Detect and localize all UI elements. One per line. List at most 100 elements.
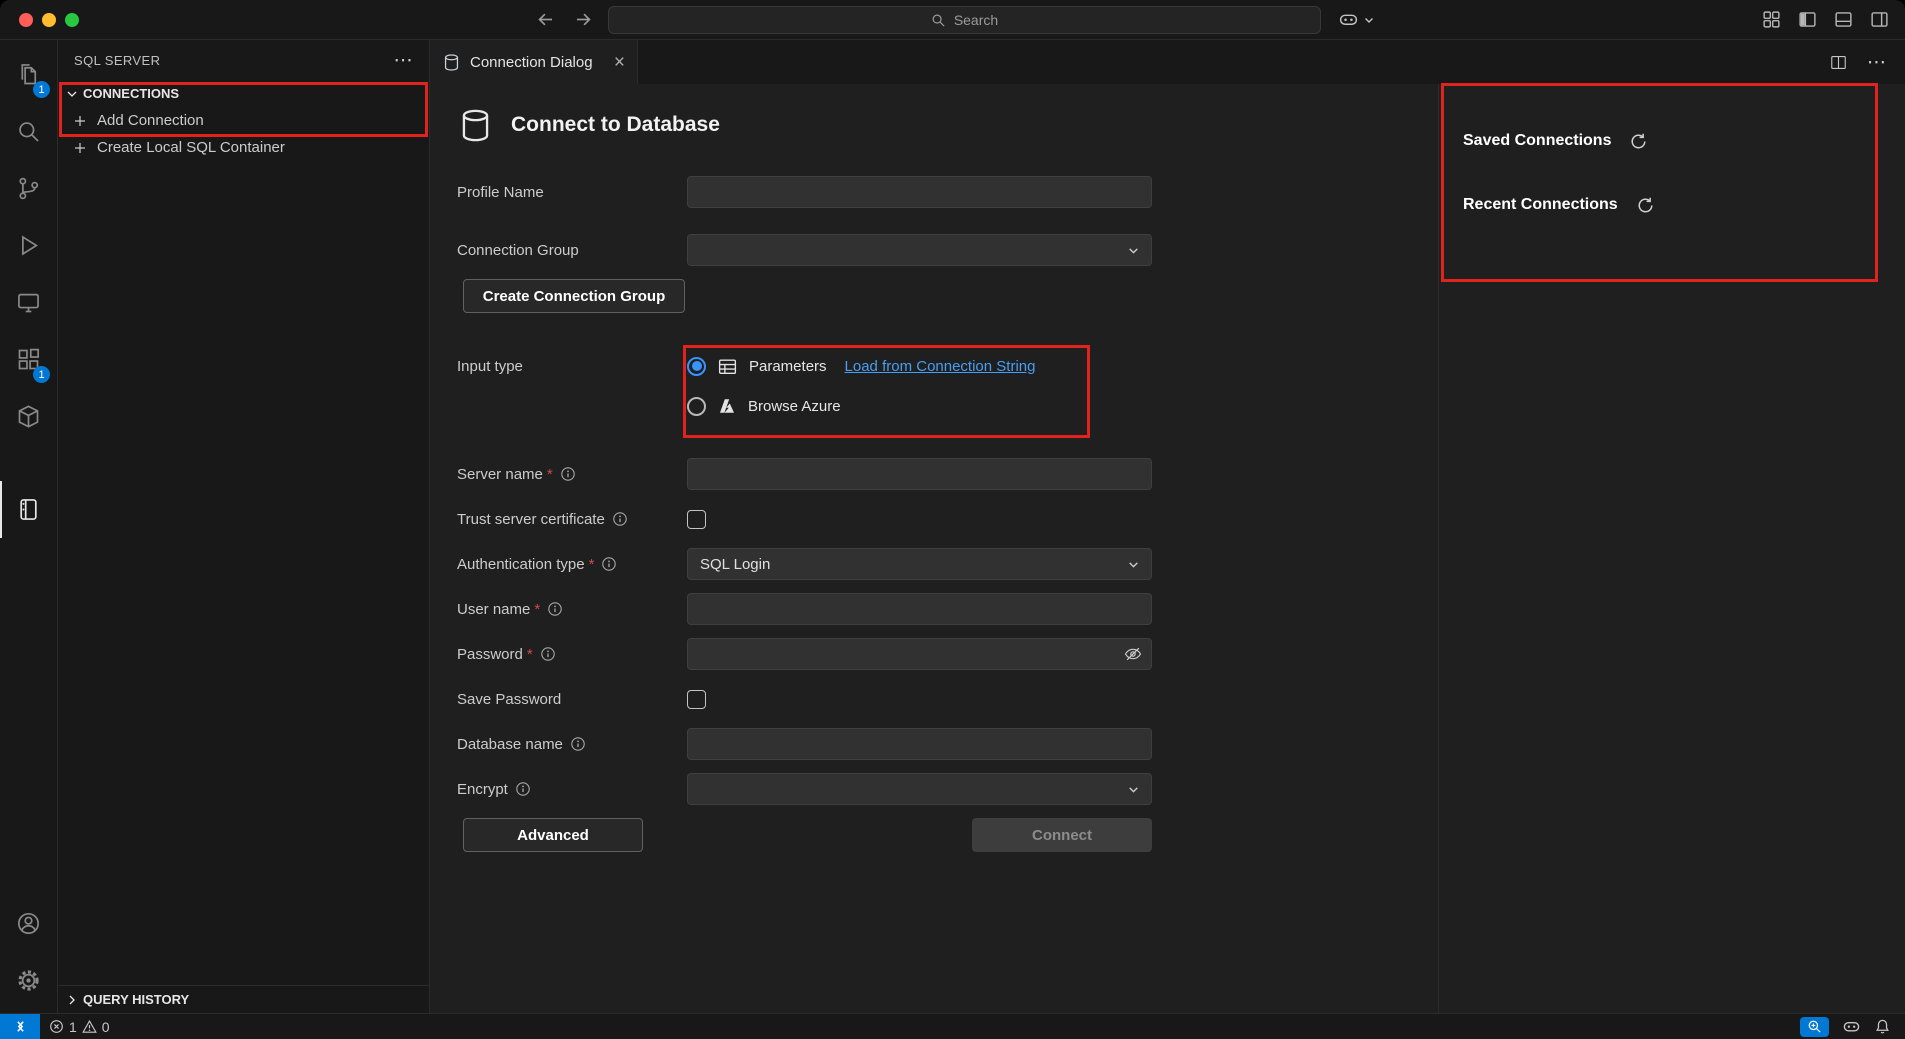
activity-item-run-debug[interactable]	[0, 217, 57, 274]
advanced-button[interactable]: Advanced	[463, 818, 643, 852]
create-local-sql-container-label: Create Local SQL Container	[97, 139, 285, 156]
package-icon	[15, 403, 42, 430]
info-icon[interactable]	[612, 511, 628, 527]
query-history-label: QUERY HISTORY	[83, 992, 189, 1007]
parameters-option-row: Parameters Load from Connection String	[687, 349, 1035, 383]
activity-item-explorer[interactable]: 1	[0, 46, 57, 103]
select-value: SQL Login	[700, 556, 770, 573]
status-bar: 1 0	[0, 1013, 1905, 1039]
save-password-row: Save Password	[457, 683, 1152, 715]
profile-name-input[interactable]	[687, 176, 1152, 208]
more-actions-icon[interactable]: ⋯	[394, 51, 413, 70]
query-history-section-header[interactable]: QUERY HISTORY	[58, 986, 429, 1013]
connection-form-pane: Connect to Database Profile Name Connect…	[430, 84, 1438, 1013]
split-editor-icon[interactable]	[1829, 53, 1848, 72]
encrypt-row: Encrypt	[457, 773, 1152, 805]
activity-item-settings[interactable]	[0, 952, 57, 1009]
connection-dialog-webview: Connect to Database Profile Name Connect…	[430, 84, 1905, 1013]
add-connection-label: Add Connection	[97, 112, 204, 129]
authentication-type-select[interactable]: SQL Login	[687, 548, 1152, 580]
warning-icon	[82, 1019, 97, 1034]
forward-icon[interactable]	[572, 9, 594, 31]
activity-item-extensions[interactable]: 1	[0, 331, 57, 388]
toggle-primary-sidebar-icon[interactable]	[1798, 10, 1817, 29]
query-history-section: QUERY HISTORY	[58, 985, 429, 1013]
sidebar-item-create-local-sql-container[interactable]: Create Local SQL Container	[58, 134, 429, 161]
activity-item-package[interactable]	[0, 388, 57, 445]
connections-section-header[interactable]: CONNECTIONS	[58, 80, 429, 107]
copilot-icon	[1338, 9, 1359, 30]
toggle-panel-icon[interactable]	[1834, 10, 1853, 29]
password-row: Password *	[457, 638, 1152, 670]
copilot-icon[interactable]	[1842, 1017, 1861, 1036]
toggle-secondary-sidebar-icon[interactable]	[1870, 10, 1889, 29]
server-name-input[interactable]	[687, 458, 1152, 490]
tab-connection-dialog[interactable]: Connection Dialog ×	[430, 40, 638, 84]
close-icon[interactable]: ×	[614, 53, 625, 72]
encrypt-select[interactable]	[687, 773, 1152, 805]
database-name-input[interactable]	[687, 728, 1152, 760]
more-actions-icon[interactable]: ⋯	[1867, 53, 1886, 72]
copilot-menu-button[interactable]	[1338, 9, 1375, 30]
database-icon	[457, 107, 494, 144]
create-connection-group-button[interactable]: Create Connection Group	[463, 279, 685, 313]
info-icon[interactable]	[515, 781, 531, 797]
activity-item-search[interactable]	[0, 103, 57, 160]
problems-indicator[interactable]: 1 0	[40, 1019, 110, 1035]
error-count: 1	[69, 1019, 77, 1035]
command-center-search[interactable]: Search	[608, 6, 1321, 34]
eye-off-icon[interactable]	[1123, 644, 1143, 664]
info-icon[interactable]	[547, 601, 563, 617]
annotation-box-connections-panel	[1441, 83, 1878, 282]
sidebar-title: SQL SERVER	[74, 53, 160, 68]
back-icon[interactable]	[534, 9, 556, 31]
connect-button[interactable]: Connect	[972, 818, 1152, 852]
info-icon[interactable]	[570, 736, 586, 752]
remote-indicator[interactable]	[0, 1014, 40, 1039]
save-password-checkbox[interactable]	[687, 690, 706, 709]
title-bar: Search	[0, 0, 1905, 40]
info-icon[interactable]	[601, 556, 617, 572]
zoom-indicator[interactable]	[1800, 1017, 1829, 1037]
refresh-icon[interactable]	[1636, 196, 1655, 215]
parameters-radio[interactable]	[687, 357, 706, 376]
editor-actions: ⋯	[1829, 40, 1905, 84]
activity-item-accounts[interactable]	[0, 895, 57, 952]
profile-name-row: Profile Name	[457, 176, 1152, 208]
sql-server-icon	[15, 496, 42, 523]
trust-server-certificate-label: Trust server certificate	[457, 511, 687, 528]
info-icon[interactable]	[540, 646, 556, 662]
dialog-title: Connect to Database	[511, 113, 720, 137]
password-input[interactable]	[687, 638, 1152, 670]
explorer-badge: 1	[33, 81, 50, 98]
close-window-button[interactable]	[19, 13, 33, 27]
add-icon	[72, 113, 88, 129]
info-icon[interactable]	[560, 466, 576, 482]
load-from-connection-string-link[interactable]: Load from Connection String	[845, 358, 1036, 375]
tab-label: Connection Dialog	[470, 54, 593, 71]
remote-explorer-icon	[15, 289, 42, 316]
recent-connections-row: Recent Connections	[1463, 192, 1905, 218]
input-type-row: Input type	[457, 349, 1152, 458]
workbench: 1	[0, 40, 1905, 1013]
bell-icon[interactable]	[1874, 1018, 1891, 1035]
user-name-input[interactable]	[687, 593, 1152, 625]
activity-item-remote-explorer[interactable]	[0, 274, 57, 331]
trust-server-certificate-checkbox[interactable]	[687, 510, 706, 529]
browse-azure-radio[interactable]	[687, 397, 706, 416]
sidebar-item-add-connection[interactable]: Add Connection	[58, 107, 429, 134]
vscode-window: Search	[0, 0, 1905, 1039]
activity-item-source-control[interactable]	[0, 160, 57, 217]
chevron-down-icon	[1363, 14, 1375, 26]
parameters-label: Parameters	[749, 358, 827, 375]
activity-bar: 1	[0, 40, 58, 1013]
customize-layout-icon[interactable]	[1762, 10, 1781, 29]
activity-item-sql-server[interactable]	[0, 481, 57, 538]
minimize-window-button[interactable]	[42, 13, 56, 27]
maximize-window-button[interactable]	[65, 13, 79, 27]
connection-group-select[interactable]	[687, 234, 1152, 266]
refresh-icon[interactable]	[1629, 132, 1648, 151]
required-marker: *	[534, 601, 540, 618]
create-connection-group-row: Create Connection Group	[457, 279, 1152, 313]
account-icon	[15, 910, 42, 937]
